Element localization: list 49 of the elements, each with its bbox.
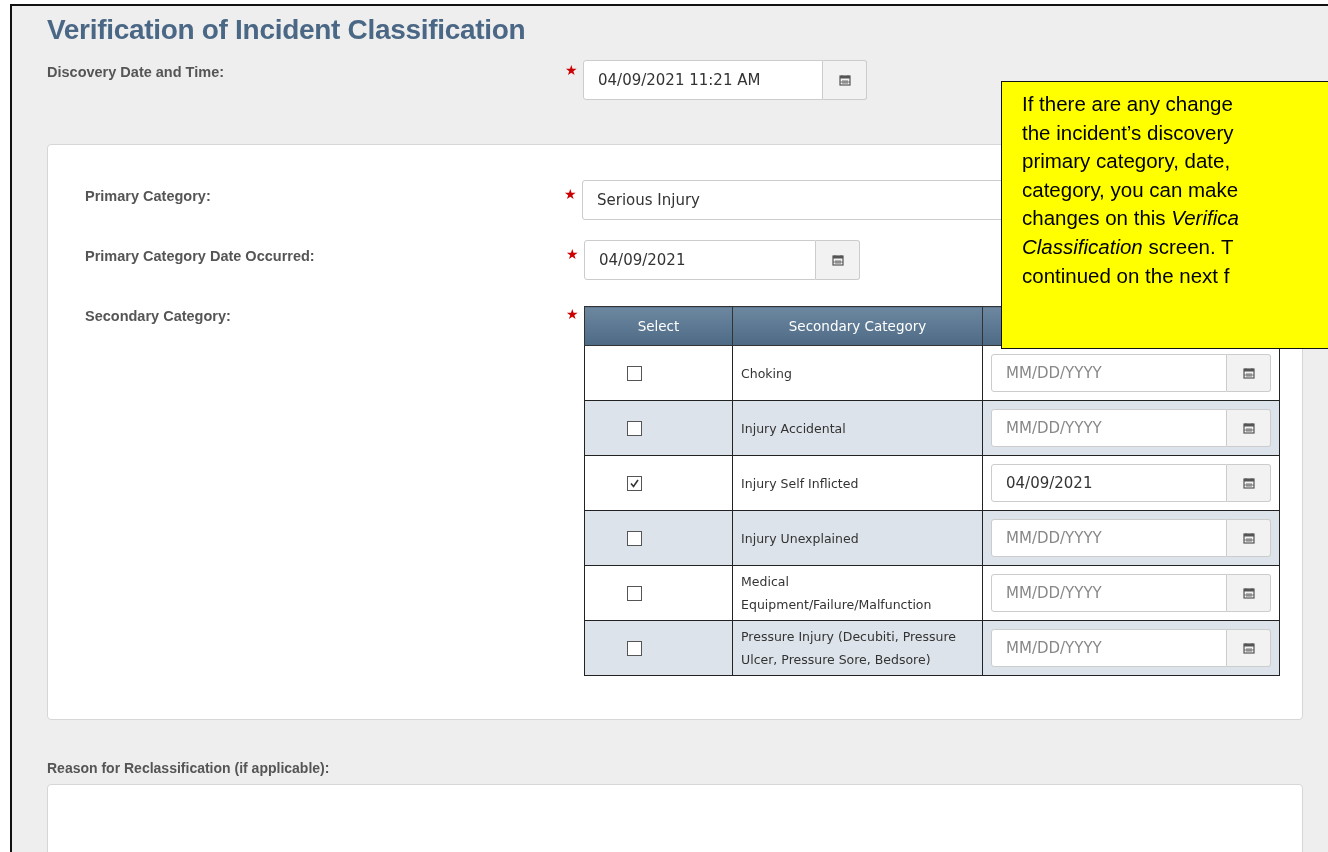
column-header: Select bbox=[584, 306, 733, 346]
field-label: Reason for Reclassification (if applicable): bbox=[47, 759, 331, 776]
date-field[interactable]: 04/09/2021 bbox=[991, 464, 1227, 502]
calendar-button[interactable] bbox=[1227, 574, 1271, 612]
calendar-icon bbox=[1242, 422, 1255, 434]
calendar-icon bbox=[831, 254, 844, 266]
page-title: Verification of Incident Classification bbox=[47, 14, 527, 46]
calendar-icon bbox=[1242, 642, 1255, 654]
field-label: Primary Category Date Occurred: bbox=[85, 247, 316, 264]
calendar-button[interactable] bbox=[823, 60, 867, 100]
calendar-button[interactable] bbox=[1227, 464, 1271, 502]
calendar-button[interactable] bbox=[1227, 354, 1271, 392]
calendar-button[interactable] bbox=[1227, 629, 1271, 667]
required-mark: ★ bbox=[564, 185, 577, 202]
field-label: Discovery Date and Time: bbox=[47, 63, 226, 80]
checkbox[interactable] bbox=[626, 586, 642, 601]
calendar-icon bbox=[838, 74, 851, 86]
checkbox[interactable] bbox=[626, 531, 642, 546]
table-cell: Injury Self Inflicted bbox=[732, 455, 983, 511]
required-mark: ★ bbox=[566, 305, 579, 322]
date-field[interactable]: 04/09/2021 bbox=[584, 240, 816, 280]
checkbox[interactable] bbox=[626, 641, 642, 656]
required-mark: ★ bbox=[566, 245, 579, 262]
field-label: Primary Category: bbox=[85, 187, 212, 204]
date-time-field[interactable]: 04/09/2021 11:21 AM bbox=[583, 60, 823, 100]
reason-field[interactable] bbox=[47, 784, 1303, 852]
calendar-button[interactable] bbox=[816, 240, 860, 280]
checkbox[interactable] bbox=[626, 421, 642, 436]
date-field[interactable]: MM/DD/YYYY bbox=[991, 574, 1227, 612]
required-mark: ★ bbox=[565, 61, 578, 78]
table-cell: Injury Unexplained bbox=[732, 510, 983, 566]
date-field[interactable]: MM/DD/YYYY bbox=[991, 519, 1227, 557]
checkbox[interactable] bbox=[626, 476, 642, 491]
table-cell: Pressure Injury (Decubiti, Pressure Ulcer, Pressure Sore, Bedsore) bbox=[732, 620, 983, 676]
calendar-icon bbox=[1242, 477, 1255, 489]
checkbox[interactable] bbox=[626, 366, 642, 381]
field-label: Secondary Category: bbox=[85, 307, 232, 324]
calendar-button[interactable] bbox=[1227, 519, 1271, 557]
table-cell: Injury Accidental bbox=[732, 400, 983, 456]
table-cell: Choking bbox=[732, 345, 983, 401]
date-field[interactable]: MM/DD/YYYY bbox=[991, 409, 1227, 447]
calendar-icon bbox=[1242, 532, 1255, 544]
calendar-icon bbox=[1242, 587, 1255, 599]
table-cell: Medical Equipment/Failure/Malfunction bbox=[732, 565, 983, 621]
column-header: Secondary Category bbox=[732, 306, 983, 346]
date-field[interactable]: MM/DD/YYYY bbox=[991, 354, 1227, 392]
calendar-button[interactable] bbox=[1227, 409, 1271, 447]
date-field[interactable]: MM/DD/YYYY bbox=[991, 629, 1227, 667]
calendar-icon bbox=[1242, 367, 1255, 379]
